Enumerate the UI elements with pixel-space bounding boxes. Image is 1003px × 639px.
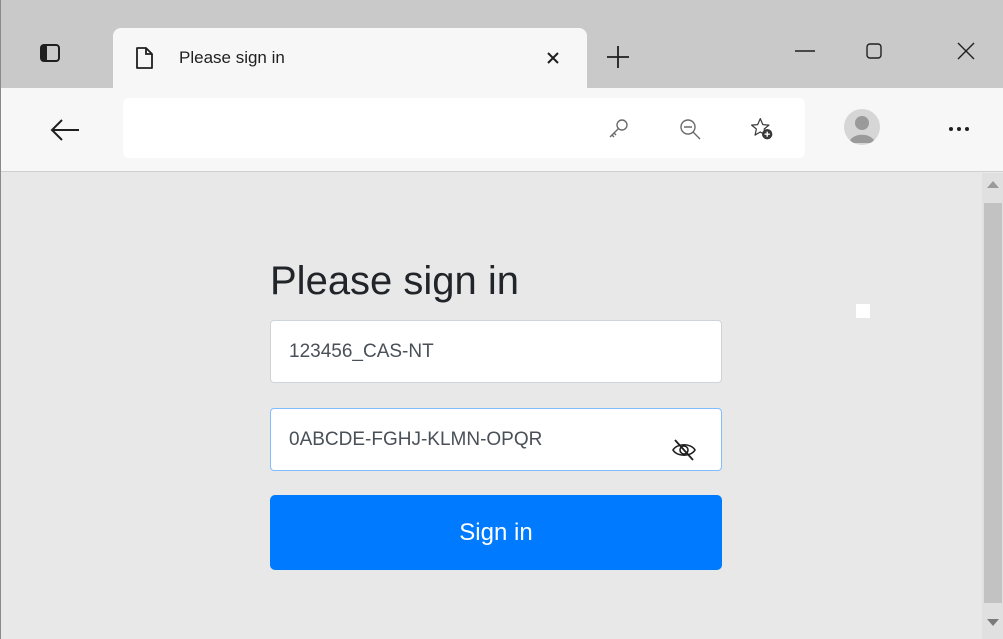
scroll-down-icon[interactable] [987, 619, 999, 626]
more-icon [949, 127, 969, 131]
key-icon[interactable] [605, 116, 631, 142]
tab-actions-icon[interactable] [37, 40, 63, 66]
minimize-button[interactable] [783, 34, 829, 68]
tab-title: Please sign in [179, 48, 285, 67]
scroll-up-icon[interactable] [987, 181, 999, 188]
more-button[interactable] [939, 114, 979, 144]
new-tab-button[interactable] [605, 44, 631, 70]
minimize-icon [795, 50, 815, 52]
close-window-button[interactable] [943, 34, 989, 68]
vertical-scrollbar[interactable] [982, 173, 1003, 639]
password-value: 0ABCDE-FGHJ-KLMN-OPQR [289, 429, 543, 450]
zoom-out-icon[interactable] [677, 116, 703, 142]
plus-icon [607, 46, 629, 68]
eye-off-icon[interactable] [671, 427, 697, 461]
page-icon [135, 47, 153, 69]
back-button[interactable] [45, 112, 85, 148]
add-favorite-icon[interactable] [749, 116, 775, 142]
close-tab-icon[interactable] [541, 46, 565, 70]
address-bar[interactable] [123, 98, 805, 158]
page-content: Please sign in 123456_CAS-NT 0ABCDE-FGHJ… [2, 173, 982, 639]
username-input[interactable]: 123456_CAS-NT [270, 320, 722, 383]
browser-toolbar [1, 88, 1003, 172]
maximize-button[interactable] [851, 34, 897, 68]
browser-window: Please sign in Please sign in 123456_CAS… [0, 0, 1003, 639]
scroll-thumb[interactable] [984, 203, 1002, 603]
signin-form: Please sign in 123456_CAS-NT 0ABCDE-FGHJ… [270, 255, 722, 570]
username-value: 123456_CAS-NT [289, 341, 434, 362]
profile-avatar[interactable] [844, 109, 880, 145]
back-arrow-icon [50, 119, 79, 141]
maximize-icon [866, 43, 882, 59]
close-icon [957, 42, 975, 60]
decorative-square [856, 304, 870, 318]
page-heading: Please sign in [270, 259, 520, 303]
password-input[interactable]: 0ABCDE-FGHJ-KLMN-OPQR [270, 408, 722, 471]
signin-button[interactable]: Sign in [270, 495, 722, 570]
title-bar: Please sign in [1, 0, 1003, 88]
tab-active[interactable]: Please sign in [113, 28, 587, 88]
